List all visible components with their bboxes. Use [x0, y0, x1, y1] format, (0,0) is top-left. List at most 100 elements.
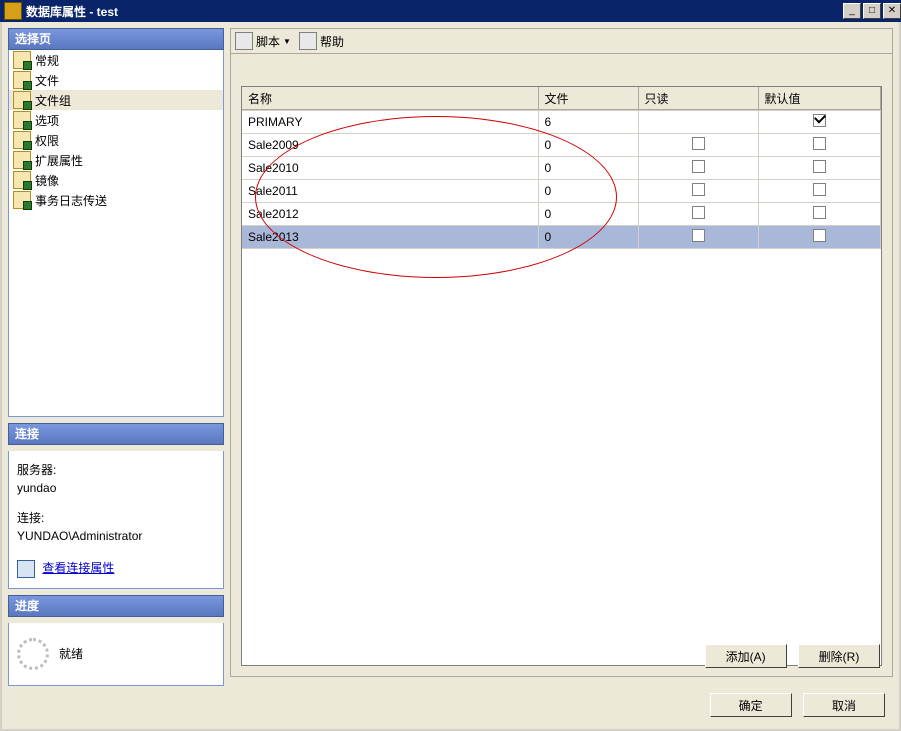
sidebar-item-2[interactable]: 文件组 [9, 90, 223, 110]
readonly-checkbox[interactable] [692, 206, 705, 219]
cell-name[interactable]: Sale2013 [242, 226, 538, 249]
sidebar-item-label: 文件组 [35, 92, 71, 109]
add-button[interactable]: 添加(A) [705, 644, 787, 668]
default-checkbox[interactable] [813, 160, 826, 173]
sidebar-item-label: 选项 [35, 112, 59, 129]
readonly-checkbox[interactable] [692, 160, 705, 173]
cell-readonly[interactable] [638, 226, 758, 249]
dialog-body: 选择页 常规文件文件组选项权限扩展属性镜像事务日志传送 连接 服务器: yund… [0, 22, 901, 731]
window-title: 数据库属性 - test [26, 3, 841, 20]
cell-readonly[interactable] [638, 157, 758, 180]
nav-list: 常规文件文件组选项权限扩展属性镜像事务日志传送 [8, 50, 224, 417]
view-connection-properties-link[interactable]: 查看连接属性 [42, 561, 114, 575]
default-checkbox[interactable] [813, 183, 826, 196]
cell-name[interactable]: Sale2011 [242, 180, 538, 203]
page-icon [13, 111, 31, 129]
default-checkbox[interactable] [813, 114, 826, 127]
delete-button[interactable]: 删除(R) [798, 644, 880, 668]
dialog-footer-buttons: 确定 取消 [702, 693, 885, 717]
sidebar-item-3[interactable]: 选项 [9, 110, 223, 130]
cell-default[interactable] [758, 157, 881, 180]
ok-button[interactable]: 确定 [710, 693, 792, 717]
progress-spinner-icon [17, 638, 49, 670]
cell-readonly[interactable] [638, 111, 758, 134]
cell-default[interactable] [758, 111, 881, 134]
col-name[interactable]: 名称 [242, 87, 538, 110]
help-icon [299, 32, 317, 50]
default-checkbox[interactable] [813, 206, 826, 219]
cell-name[interactable]: Sale2009 [242, 134, 538, 157]
sidebar-item-7[interactable]: 事务日志传送 [9, 190, 223, 210]
cell-file[interactable]: 0 [538, 134, 638, 157]
server-value: yundao [17, 479, 215, 497]
grid-buttons: 添加(A) 删除(R) [697, 644, 880, 668]
maximize-button[interactable]: □ [863, 3, 881, 19]
cancel-button[interactable]: 取消 [803, 693, 885, 717]
select-page-header: 选择页 [8, 28, 224, 50]
grid-body: PRIMARY6Sale20090Sale20100Sale20110Sale2… [242, 110, 881, 665]
table-row[interactable]: Sale20100 [242, 157, 881, 180]
page-icon [13, 131, 31, 149]
sidebar-item-4[interactable]: 权限 [9, 130, 223, 150]
cell-file[interactable]: 0 [538, 157, 638, 180]
cell-file[interactable]: 6 [538, 111, 638, 134]
table-row[interactable]: PRIMARY6 [242, 111, 881, 134]
col-default[interactable]: 默认值 [758, 87, 881, 110]
filegroup-grid[interactable]: 名称 文件 只读 默认值 PRIMARY6Sale20090Sale20100S… [241, 86, 882, 666]
window-controls: _ □ ✕ [841, 3, 901, 19]
table-row[interactable]: Sale20110 [242, 180, 881, 203]
chevron-down-icon: ▼ [283, 37, 291, 46]
page-icon [13, 71, 31, 89]
cell-name[interactable]: PRIMARY [242, 111, 538, 134]
left-panel: 选择页 常规文件文件组选项权限扩展属性镜像事务日志传送 连接 服务器: yund… [8, 28, 224, 677]
cell-readonly[interactable] [638, 180, 758, 203]
sidebar-item-1[interactable]: 文件 [9, 70, 223, 90]
cell-file[interactable]: 0 [538, 180, 638, 203]
default-checkbox[interactable] [813, 229, 826, 242]
readonly-checkbox[interactable] [692, 183, 705, 196]
page-icon [13, 151, 31, 169]
progress-header: 进度 [8, 595, 224, 617]
sidebar-item-6[interactable]: 镜像 [9, 170, 223, 190]
sidebar-item-label: 扩展属性 [35, 152, 83, 169]
readonly-checkbox[interactable] [692, 229, 705, 242]
progress-section: 就绪 [8, 623, 224, 686]
connection-properties-icon [17, 560, 35, 578]
sidebar-item-0[interactable]: 常规 [9, 50, 223, 70]
grid-header: 名称 文件 只读 默认值 [242, 87, 881, 110]
cell-readonly[interactable] [638, 203, 758, 226]
content-area: 名称 文件 只读 默认值 PRIMARY6Sale20090Sale20100S… [230, 54, 893, 677]
cell-default[interactable] [758, 203, 881, 226]
sidebar-item-label: 镜像 [35, 172, 59, 189]
cell-default[interactable] [758, 226, 881, 249]
close-button[interactable]: ✕ [883, 3, 901, 19]
connection-header: 连接 [8, 423, 224, 445]
cell-default[interactable] [758, 180, 881, 203]
default-checkbox[interactable] [813, 137, 826, 150]
col-file[interactable]: 文件 [538, 87, 638, 110]
server-label: 服务器: [17, 461, 215, 479]
table-row[interactable]: Sale20120 [242, 203, 881, 226]
cell-file[interactable]: 0 [538, 203, 638, 226]
readonly-checkbox[interactable] [692, 137, 705, 150]
page-icon [13, 171, 31, 189]
table-row[interactable]: Sale20090 [242, 134, 881, 157]
script-icon [235, 32, 253, 50]
toolbar: 脚本 ▼ 帮助 [230, 28, 893, 54]
help-label: 帮助 [320, 33, 344, 50]
minimize-button[interactable]: _ [843, 3, 861, 19]
cell-file[interactable]: 0 [538, 226, 638, 249]
sidebar-item-label: 常规 [35, 52, 59, 69]
col-readonly[interactable]: 只读 [638, 87, 758, 110]
sidebar-item-5[interactable]: 扩展属性 [9, 150, 223, 170]
right-panel: 脚本 ▼ 帮助 名称 文件 只读 默认值 [230, 28, 893, 677]
sidebar-item-label: 事务日志传送 [35, 192, 107, 209]
help-button[interactable]: 帮助 [299, 32, 344, 50]
cell-name[interactable]: Sale2012 [242, 203, 538, 226]
cell-name[interactable]: Sale2010 [242, 157, 538, 180]
connection-section: 服务器: yundao 连接: YUNDAO\Administrator 查看连… [8, 451, 224, 589]
cell-readonly[interactable] [638, 134, 758, 157]
cell-default[interactable] [758, 134, 881, 157]
script-button[interactable]: 脚本 ▼ [235, 32, 291, 50]
table-row[interactable]: Sale20130 [242, 226, 881, 249]
